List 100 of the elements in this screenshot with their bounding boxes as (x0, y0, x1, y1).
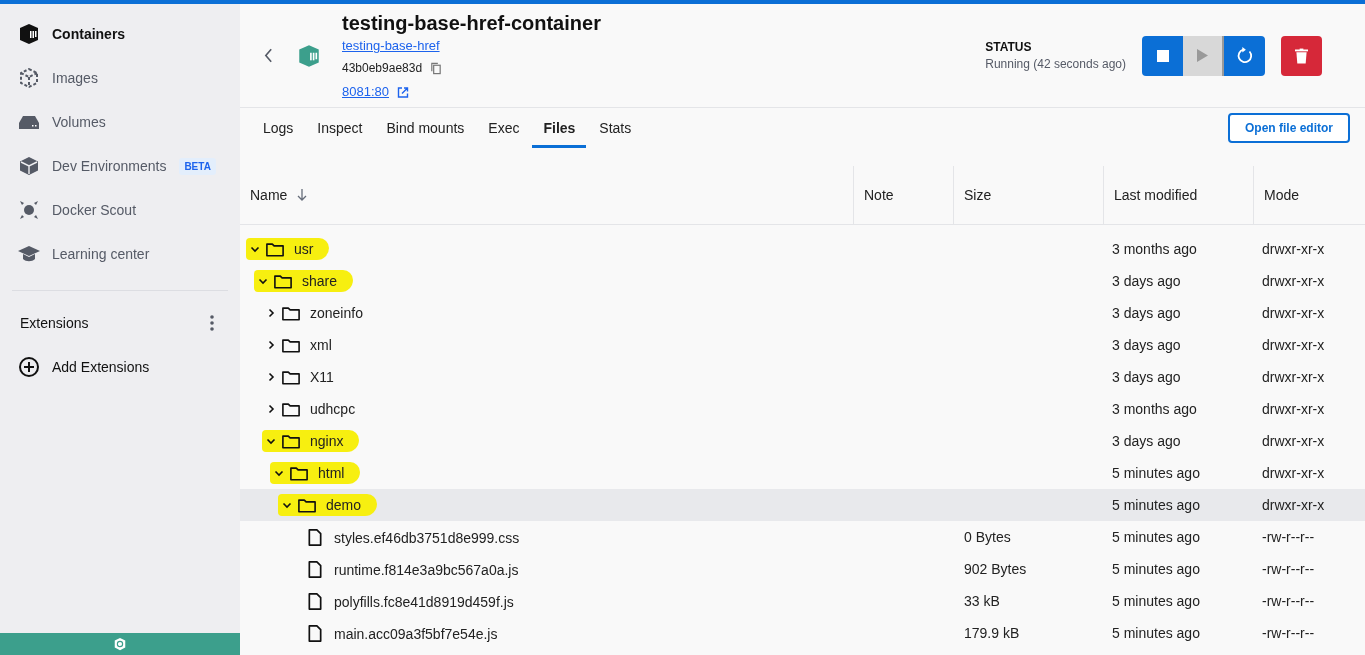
file-name: nginx (310, 433, 344, 449)
file-row[interactable]: xml 3 days ago drwxr-xr-x (240, 329, 1365, 361)
file-mode: -rw-r--r-- (1262, 561, 1315, 577)
tab[interactable]: Logs (252, 108, 305, 148)
restart-button[interactable] (1224, 35, 1265, 76)
chevron-down-icon[interactable] (282, 500, 292, 510)
file-row[interactable]: X11 3 days ago drwxr-xr-x (240, 361, 1365, 393)
file-name: main.acc09a3f5bf7e54e.js (334, 625, 498, 642)
file-mode: -rw-r--r-- (1262, 593, 1315, 609)
file-mode: drwxr-xr-x (1262, 369, 1325, 385)
chevron-right-icon[interactable] (266, 372, 276, 382)
last-modified: 3 days ago (1112, 337, 1181, 353)
column-header[interactable]: Mode (1254, 166, 1365, 224)
copy-icon[interactable] (430, 61, 443, 75)
chevron-right-icon[interactable] (266, 308, 276, 318)
file-row[interactable]: polyfills.fc8e41d8919d459f.js 33 kB 5 minutes ago -rw-r--r-- (240, 585, 1365, 617)
box-stack-icon (17, 154, 41, 178)
folder-icon (282, 369, 300, 385)
chevron-left-icon (264, 48, 273, 63)
last-modified: 3 days ago (1112, 433, 1181, 449)
scout-icon (17, 198, 41, 222)
stop-icon (1156, 49, 1169, 62)
tab[interactable]: Exec (477, 108, 531, 148)
file-row[interactable]: usr 3 months ago drwxr-xr-x (240, 233, 1365, 265)
file-name: usr (294, 241, 314, 257)
container-title: testing-base-href-container (342, 11, 601, 36)
file-size: 179.9 kB (964, 625, 1020, 641)
image-link[interactable]: testing-base-href (342, 36, 601, 56)
sidebar-item[interactable]: Images (0, 56, 240, 100)
external-link-icon[interactable] (397, 85, 409, 99)
column-header[interactable]: Last modified (1104, 166, 1254, 224)
port-link[interactable]: 8081:80 (342, 82, 389, 102)
stop-button[interactable] (1142, 35, 1183, 76)
file-row[interactable]: demo 5 minutes ago drwxr-xr-x (240, 489, 1365, 521)
file-row[interactable]: styles.ef46db3751d8e999.css 0 Bytes 5 minutes ago -rw-r--r-- (240, 521, 1365, 553)
file-row[interactable]: zoneinfo 3 days ago drwxr-xr-x (240, 297, 1365, 329)
tab[interactable]: Files (532, 108, 587, 148)
file-icon (308, 561, 322, 579)
file-row[interactable]: udhcpc 3 months ago drwxr-xr-x (240, 393, 1365, 425)
chevron-down-icon[interactable] (274, 468, 284, 478)
file-size: 0 Bytes (964, 529, 1011, 545)
file-row[interactable]: runtime.f814e3a9bc567a0a.js 902 Bytes 5 minutes ago -rw-r--r-- (240, 553, 1365, 585)
chevron-right-icon[interactable] (266, 340, 276, 350)
sidebar-item[interactable]: Volumes (0, 100, 240, 144)
file-size: 902 Bytes (964, 561, 1027, 577)
delete-button[interactable] (1281, 35, 1322, 76)
file-row[interactable]: nginx 3 days ago drwxr-xr-x (240, 425, 1365, 457)
file-mode: drwxr-xr-x (1262, 401, 1325, 417)
more-options-icon[interactable] (210, 315, 214, 331)
open-file-editor-button[interactable]: Open file editor (1228, 113, 1350, 143)
file-name: styles.ef46db3751d8e999.css (334, 529, 520, 546)
start-button[interactable] (1183, 35, 1224, 76)
column-header[interactable]: Note (854, 166, 954, 224)
beta-badge: BETA (179, 157, 216, 175)
settings-wheel-icon[interactable] (113, 637, 127, 651)
file-mode: drwxr-xr-x (1262, 241, 1325, 257)
container-icon (17, 22, 41, 46)
file-icon (308, 625, 322, 643)
file-size: 33 kB (964, 593, 1000, 609)
sidebar-item[interactable]: Dev Environments BETA (0, 144, 240, 188)
file-name: demo (326, 497, 362, 513)
add-extensions-item[interactable]: Add Extensions (0, 335, 240, 379)
dashed-cube-icon (17, 66, 41, 90)
last-modified: 5 minutes ago (1112, 497, 1200, 513)
last-modified: 5 minutes ago (1112, 561, 1200, 577)
file-name: html (318, 465, 345, 481)
tab[interactable]: Inspect (306, 108, 374, 148)
file-name: udhcpc (310, 401, 356, 417)
sort-arrow-icon[interactable] (297, 189, 308, 201)
file-row[interactable]: main.acc09a3f5bf7e54e.js 179.9 kB 5 minutes ago -rw-r--r-- (240, 617, 1365, 649)
last-modified: 3 days ago (1112, 273, 1181, 289)
sidebar-item[interactable]: Docker Scout (0, 188, 240, 232)
tab[interactable]: Stats (588, 108, 643, 148)
container-id: 43b0eb9ae83d (342, 61, 423, 75)
chevron-down-icon[interactable] (250, 244, 260, 254)
folder-icon (290, 465, 308, 481)
column-header[interactable]: Name (240, 166, 854, 224)
add-circle-icon (17, 355, 41, 379)
last-modified: 3 months ago (1112, 401, 1197, 417)
chevron-right-icon[interactable] (266, 404, 276, 414)
last-modified: 5 minutes ago (1112, 625, 1200, 641)
chevron-down-icon[interactable] (258, 276, 268, 286)
sidebar-item[interactable]: Learning center (0, 232, 240, 276)
file-row[interactable]: html 5 minutes ago drwxr-xr-x (240, 457, 1365, 489)
column-header[interactable]: Size (954, 166, 1104, 224)
extensions-heading: Extensions (20, 315, 89, 331)
file-icon (308, 593, 322, 611)
file-name: polyfills.fc8e41d8919d459f.js (334, 593, 514, 610)
file-row[interactable]: share 3 days ago drwxr-xr-x (240, 265, 1365, 297)
file-mode: drwxr-xr-x (1262, 497, 1325, 513)
file-name: xml (310, 337, 332, 353)
file-name: X11 (310, 369, 334, 385)
tab[interactable]: Bind mounts (375, 108, 476, 148)
folder-icon (282, 401, 300, 417)
chevron-down-icon[interactable] (266, 436, 276, 446)
file-mode: -rw-r--r-- (1262, 529, 1315, 545)
file-icon (308, 529, 322, 547)
sidebar-item[interactable]: Containers (0, 12, 240, 56)
folder-icon (298, 497, 316, 513)
last-modified: 5 minutes ago (1112, 465, 1200, 481)
